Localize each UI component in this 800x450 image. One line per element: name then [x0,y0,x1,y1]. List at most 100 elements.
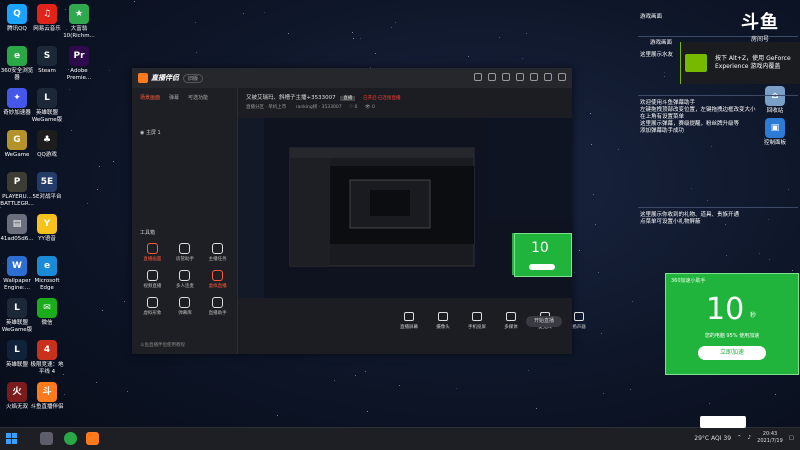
app-logo: 直播伴侣 [138,73,179,83]
desktop-icon[interactable]: ✉ 微信 [30,298,64,327]
tool-button[interactable]: 主播任务 [201,243,234,262]
tool-button[interactable]: 多人连麦 [169,270,202,289]
desktop-icon[interactable]: ▤ 41ad05d6... [0,214,34,243]
desktop-icon[interactable]: ⌂ 回收站 [758,86,792,115]
desktop-icon[interactable]: ✦ 奇妙加速器 [0,88,34,117]
tutorial-link[interactable]: 斗鱼直播伴侣使用教程 [140,342,185,348]
browser-taskbar-icon[interactable] [64,432,77,445]
star [194,21,196,23]
left-tab[interactable]: 弹幕 [169,94,179,101]
tool-button[interactable]: 直播助手 [201,297,234,316]
nvidia-line-1: 按下 Alt+Z，使用 GeForce [715,55,791,62]
left-tab[interactable]: 场景画面 [140,94,160,101]
title-bar[interactable]: 直播伴侣 旧版 [132,68,572,88]
speed-button-small[interactable] [529,264,555,270]
desktop-icon-label: 360安全浏览器 [0,68,34,81]
star [96,188,98,190]
tool-button[interactable]: 视频直播 [136,270,169,289]
desktop-icon[interactable]: ♫ 网易云音乐 [30,4,64,33]
explorer-taskbar-icon[interactable] [40,432,53,445]
room-viewers: 0 [371,105,375,110]
minimize-icon[interactable] [530,73,538,81]
app-icon: S [37,46,57,66]
desktop-icon[interactable]: Q 腾讯QQ [0,4,34,33]
desktop-icon[interactable]: Y YY语音 [30,214,64,243]
clock[interactable]: 20:43 2021/7/19 [757,431,783,445]
source-button[interactable]: 扬声器 [568,312,590,330]
desktop-icon[interactable]: 4 极限竞速：地平线 4 [30,340,64,375]
app-icon: 斗 [37,382,57,402]
close-icon[interactable] [558,73,566,81]
start-live-button[interactable]: 开始直播 [526,316,562,327]
star [366,411,368,412]
tool-icon [212,297,224,308]
desktop-icon[interactable]: Pr Adobe Premie... [62,46,96,81]
ime-toolbar[interactable] [700,416,746,428]
source-button[interactable]: 摄像头 [432,312,454,330]
weather-widget[interactable]: 29°C AQI 39 [694,435,731,442]
room-tag[interactable]: 直播 [340,96,356,101]
star [594,224,596,226]
desktop-icon[interactable]: L 英雄联盟WeGame版 [0,298,34,333]
speed-value: 10 [706,292,745,327]
gift-icon[interactable] [488,73,496,81]
desktop-icon[interactable]: S Steam [30,46,64,75]
douyu-taskbar-icon[interactable] [86,432,99,445]
star [591,143,593,145]
desktop-icon[interactable]: 斗斗鱼直播伴侣 [30,382,64,411]
desktop-icon[interactable]: W Wallpaper Engine:... [0,256,34,291]
nvidia-line-2: Experience 游戏内覆盖 [715,63,781,70]
app-icon: ✉ [37,298,57,318]
room-title[interactable]: 又被艾瑞玛、斜槽子主播+3533007 [246,95,336,101]
app-icon: W [7,256,27,276]
left-tab[interactable]: 可选功能 [188,94,208,101]
desktop-icon[interactable]: ★ 大富翁10(Richm... [62,4,96,39]
desktop-icon[interactable]: L 英雄联盟WeGame版 [30,88,64,123]
desktop-icon[interactable]: 5E 5E对战平台 [30,172,64,201]
app-icon: 4 [37,340,57,360]
message-icon[interactable] [474,73,482,81]
note-side-label: 这里展示水友 [640,52,674,58]
source-button[interactable]: 直播屏幕 [398,312,420,330]
source-label: 手机投屏 [468,325,486,330]
maximize-icon[interactable] [544,73,552,81]
volume-icon[interactable]: ♪ [748,435,752,441]
notification-icon[interactable]: ▢ [789,435,794,441]
source-button[interactable]: 多媒体 [500,312,522,330]
desktop-icon[interactable]: ▣ 控制面板 [758,118,792,147]
speed-header: 360加速小助手 [671,278,706,284]
app-icon: Q [7,4,27,24]
note-line: 添加弹幕助手成功 [640,128,685,134]
version-badge[interactable]: 旧版 [183,73,204,83]
desktop-icon[interactable]: e Microsoft Edge [30,256,64,291]
source-button[interactable]: 手机投屏 [466,312,488,330]
windows-start-icon[interactable] [6,433,17,444]
desktop-icon[interactable]: 火火焰无双 [0,382,34,411]
desktop-icon[interactable]: P PLAYERU... BATTLEGR... [0,172,34,207]
tool-button[interactable]: 房管助手 [169,243,202,262]
star [101,309,103,311]
desktop-icon-label: 回收站 [766,108,784,114]
room-category[interactable]: 直播分区 · 单机上市 [246,105,286,110]
desktop-icon[interactable]: L 英雄联盟 [0,340,34,369]
speed-accelerate-button[interactable]: 立即加速 [698,346,766,360]
note-gift-block: 这里展示你收到的礼物、道具、贵族开通 点菜单可设置小礼物屏蔽 [640,212,739,226]
scene-item[interactable]: ◉ 主屏 1 [140,129,229,136]
desktop-icon-label: 极限竞速：地平线 4 [30,362,64,375]
tool-label: 主播任务 [208,257,227,262]
nvidia-overlay-popup[interactable]: 按下 Alt+Z，使用 GeForce Experience 游戏内覆盖 [680,42,800,84]
tool-button[interactable]: 直播画面 [136,243,169,262]
tool-icon [212,243,224,254]
app-icon: 5E [37,172,57,192]
speed-unit: 秒 [750,312,757,319]
tool-button[interactable]: 虚拟形象 [136,297,169,316]
tool-button[interactable]: 弹幕库 [169,297,202,316]
desktop-icon[interactable]: e 360安全浏览器 [0,46,34,81]
menu-icon[interactable] [516,73,524,81]
system-tray: 29°C AQI 39 ⌃ ♪ 20:43 2021/7/19 ▢ [694,431,794,445]
settings-icon[interactable] [502,73,510,81]
tool-button[interactable]: 虚拟直播 [201,270,234,289]
network-icon[interactable]: ⌃ [737,435,742,441]
desktop-icon[interactable]: ♣ QQ游戏 [30,130,64,159]
desktop-icon[interactable]: G WeGame [0,130,34,159]
